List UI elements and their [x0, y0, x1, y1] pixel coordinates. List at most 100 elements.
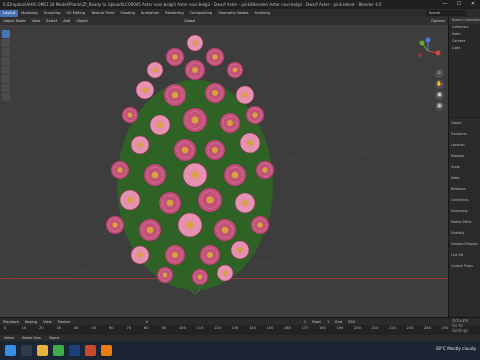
outliner-item[interactable]: Scene Collection	[449, 17, 480, 24]
property-row[interactable]: Transform	[449, 129, 480, 140]
menu-view[interactable]: View	[29, 19, 44, 23]
cursor-tool-icon[interactable]	[2, 39, 10, 47]
property-row[interactable]: Viewport Display	[449, 239, 480, 250]
timeline-view-menu[interactable]: View	[40, 320, 55, 324]
minimize-button[interactable]: —	[438, 0, 452, 9]
file-explorer-icon[interactable]	[37, 345, 48, 356]
aster-flower-head	[182, 162, 208, 188]
tab-sculpting[interactable]: Sculpting	[41, 11, 64, 15]
app-icon[interactable]	[85, 345, 96, 356]
aster-flower-head	[234, 192, 256, 214]
timeline-tick: 60	[109, 326, 114, 330]
aster-flower-head	[163, 83, 187, 107]
tab-modeling[interactable]: Modeling	[18, 11, 40, 15]
outliner-item[interactable]: Camera	[449, 38, 480, 45]
tab-scripting[interactable]: Scripting	[251, 11, 273, 15]
aster-flower-head	[191, 268, 209, 286]
orientation-select[interactable]: Global	[181, 19, 198, 23]
tab-rendering[interactable]: Rendering	[162, 11, 186, 15]
perspective-toggle-icon[interactable]: ▦	[435, 102, 444, 111]
maximize-button[interactable]: ☐	[452, 0, 466, 9]
timeline-tick: 0	[4, 326, 7, 330]
aster-flower-head	[197, 187, 223, 213]
timeline-tick: 50	[91, 326, 97, 330]
3d-viewport[interactable]: ⌕ ✋ ▣ ▦	[0, 25, 448, 317]
current-frame-field[interactable]: 1	[301, 320, 309, 324]
marker-menu[interactable]: Marker	[55, 320, 73, 324]
property-row[interactable]: Rotation	[449, 151, 480, 162]
scale-tool-icon[interactable]	[2, 66, 10, 74]
property-row[interactable]: Custom Props	[449, 261, 480, 272]
tab-compositing[interactable]: Compositing	[187, 11, 216, 15]
measure-tool-icon[interactable]	[2, 93, 10, 101]
blender-icon[interactable]	[101, 345, 112, 356]
property-row[interactable]: Scale	[449, 162, 480, 173]
timeline-tick: 80	[144, 326, 149, 330]
photoshop-icon[interactable]	[69, 345, 80, 356]
move-tool-icon[interactable]	[2, 48, 10, 56]
timeline-ruler[interactable]: 0 10 20 30 40 50 60 70 80 90 100 110 120 130 140 150 160…	[0, 325, 480, 333]
property-row[interactable]: Visibility	[449, 228, 480, 239]
aster-flower-head	[165, 47, 185, 67]
windows-start-icon[interactable]	[5, 345, 16, 356]
tab-layout[interactable]: Layout	[0, 9, 19, 17]
property-row[interactable]: Collections	[449, 195, 480, 206]
mode-select[interactable]: Object Mode	[0, 19, 29, 23]
aster-flower-head	[216, 264, 234, 282]
keying-menu[interactable]: Keying	[22, 320, 40, 324]
tab-texture-paint[interactable]: Texture Paint	[88, 11, 117, 15]
scene-selector[interactable]: Scene	[426, 10, 466, 16]
search-icon[interactable]	[21, 345, 32, 356]
menu-object[interactable]: Object	[73, 19, 91, 23]
timeline-tick: 210	[371, 326, 379, 330]
aster-flower-head	[121, 106, 139, 124]
options-button[interactable]: Options	[428, 19, 448, 23]
timeline-tick: 230	[406, 326, 414, 330]
aster-flower-head	[138, 218, 162, 242]
timeline-tick: 140	[249, 326, 256, 330]
playback-menu[interactable]: Playback	[0, 320, 22, 324]
transform-tool-icon[interactable]	[2, 75, 10, 83]
tab-animation[interactable]: Animation	[138, 11, 162, 15]
end-frame-field[interactable]: 250	[345, 320, 358, 324]
annotate-tool-icon[interactable]	[2, 84, 10, 92]
aster-plant-model[interactable]	[0, 25, 448, 317]
timeline-tick: 150	[266, 326, 274, 330]
property-row[interactable]: Line Art	[449, 250, 480, 261]
property-row[interactable]: Relations	[449, 184, 480, 195]
timeline-tick: 220	[389, 326, 396, 330]
aster-flower-head	[205, 47, 225, 67]
property-row[interactable]: Delta	[449, 173, 480, 184]
property-row[interactable]: Instancing	[449, 206, 480, 217]
property-row[interactable]: Location	[449, 140, 480, 151]
property-row[interactable]: Motion Paths	[449, 217, 480, 228]
weather-widget[interactable]: 38°C Mostly cloudy	[436, 346, 476, 351]
start-frame-field[interactable]: 1	[324, 320, 332, 324]
camera-view-icon[interactable]: ▣	[435, 91, 444, 100]
chrome-icon[interactable]	[53, 345, 64, 356]
navigation-gizmo[interactable]	[414, 37, 442, 65]
outliner-item[interactable]: Light	[449, 45, 480, 52]
outliner-item[interactable]: Collection	[449, 24, 480, 31]
rotate-tool-icon[interactable]	[2, 57, 10, 65]
aster-flower-head	[230, 240, 250, 260]
aster-flower-head	[213, 218, 237, 242]
zoom-icon[interactable]: ⌕	[435, 69, 444, 78]
property-row[interactable]: Object	[449, 118, 480, 129]
tab-shading[interactable]: Shading	[117, 11, 138, 15]
aster-flower-head	[204, 139, 226, 161]
menu-add[interactable]: Add	[60, 19, 73, 23]
timeline-tick: 90	[161, 326, 167, 330]
close-button[interactable]: ✕	[466, 0, 480, 9]
tab-uv-editing[interactable]: UV Editing	[63, 11, 88, 15]
aster-flower-head	[223, 163, 247, 187]
pan-icon[interactable]: ✋	[435, 80, 444, 89]
menu-select[interactable]: Select	[43, 19, 60, 23]
title-bar: E:\Dropbox\AHA\ OMCI 3d Model\Plants\Zf_…	[0, 0, 480, 9]
play-button[interactable]: ⏵	[143, 320, 151, 324]
outliner-item[interactable]: Aster	[449, 31, 480, 38]
timeline-tick: 130	[231, 326, 239, 330]
select-tool-icon[interactable]	[2, 30, 10, 38]
tab-geometry-nodes[interactable]: Geometry Nodes	[215, 11, 251, 15]
properties-panel: Object Transform Location Rotation Scale…	[448, 118, 480, 317]
